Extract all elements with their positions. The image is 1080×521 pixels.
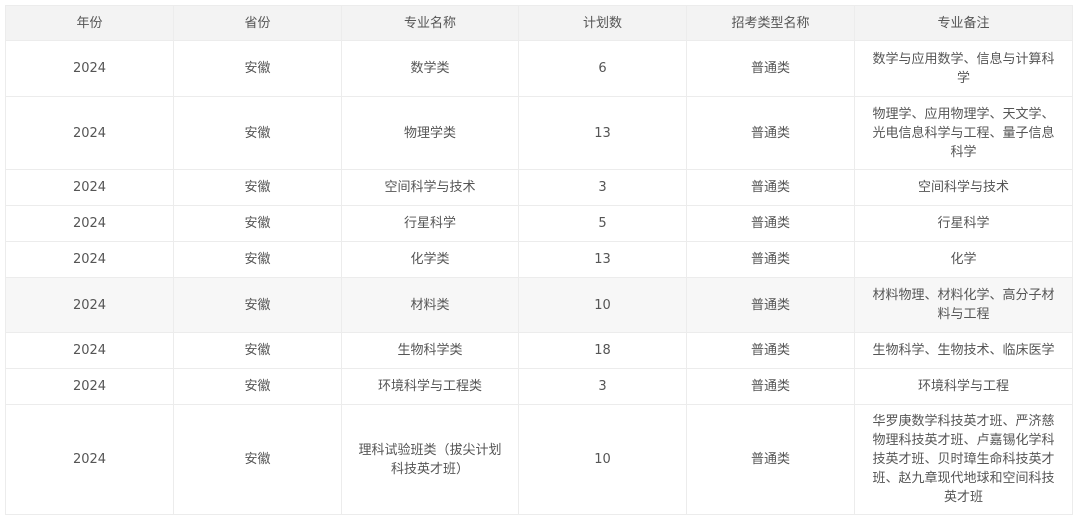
cell-type: 普通类 bbox=[686, 277, 855, 333]
cell-type: 普通类 bbox=[686, 241, 855, 278]
cell-note: 华罗庚数学科技英才班、严济慈物理科技英才班、卢嘉锡化学科技英才班、贝时璋生命科技… bbox=[854, 404, 1073, 515]
cell-province: 安徽 bbox=[173, 368, 342, 405]
table-row: 2024 安徽 物理学类 13 普通类 物理学、应用物理学、天文学、光电信息科学… bbox=[5, 96, 1073, 170]
cell-major: 生物科学类 bbox=[341, 332, 519, 369]
cell-year: 2024 bbox=[5, 368, 174, 405]
cell-year: 2024 bbox=[5, 169, 174, 206]
table-row: 2024 安徽 数学类 6 普通类 数学与应用数学、信息与计算科学 bbox=[5, 40, 1073, 97]
cell-plan: 18 bbox=[518, 332, 687, 369]
cell-province: 安徽 bbox=[173, 404, 342, 515]
cell-type: 普通类 bbox=[686, 332, 855, 369]
header-admission-type: 招考类型名称 bbox=[686, 5, 855, 41]
header-year: 年份 bbox=[5, 5, 174, 41]
cell-province: 安徽 bbox=[173, 277, 342, 333]
cell-major: 空间科学与技术 bbox=[341, 169, 519, 206]
cell-note: 材料物理、材料化学、高分子材料与工程 bbox=[854, 277, 1073, 333]
header-major-note: 专业备注 bbox=[854, 5, 1073, 41]
cell-year: 2024 bbox=[5, 404, 174, 515]
cell-plan: 3 bbox=[518, 368, 687, 405]
table-row: 2024 安徽 行星科学 5 普通类 行星科学 bbox=[5, 205, 1073, 242]
cell-year: 2024 bbox=[5, 205, 174, 242]
cell-plan: 13 bbox=[518, 241, 687, 278]
cell-year: 2024 bbox=[5, 241, 174, 278]
cell-major: 环境科学与工程类 bbox=[341, 368, 519, 405]
cell-type: 普通类 bbox=[686, 96, 855, 170]
table-row: 2024 安徽 理科试验班类（拔尖计划科技英才班） 10 普通类 华罗庚数学科技… bbox=[5, 404, 1073, 515]
header-plan-count: 计划数 bbox=[518, 5, 687, 41]
cell-province: 安徽 bbox=[173, 40, 342, 97]
cell-major: 行星科学 bbox=[341, 205, 519, 242]
cell-province: 安徽 bbox=[173, 169, 342, 206]
cell-plan: 5 bbox=[518, 205, 687, 242]
admission-plan-table: 年份 省份 专业名称 计划数 招考类型名称 专业备注 2024 安徽 数学类 6… bbox=[5, 5, 1073, 515]
cell-plan: 10 bbox=[518, 277, 687, 333]
cell-note: 物理学、应用物理学、天文学、光电信息科学与工程、量子信息科学 bbox=[854, 96, 1073, 170]
cell-plan: 3 bbox=[518, 169, 687, 206]
cell-major: 理科试验班类（拔尖计划科技英才班） bbox=[341, 404, 519, 515]
cell-year: 2024 bbox=[5, 277, 174, 333]
cell-type: 普通类 bbox=[686, 404, 855, 515]
cell-major: 数学类 bbox=[341, 40, 519, 97]
cell-province: 安徽 bbox=[173, 96, 342, 170]
cell-major: 物理学类 bbox=[341, 96, 519, 170]
table-row: 2024 安徽 空间科学与技术 3 普通类 空间科学与技术 bbox=[5, 169, 1073, 206]
cell-year: 2024 bbox=[5, 40, 174, 97]
cell-major: 材料类 bbox=[341, 277, 519, 333]
cell-province: 安徽 bbox=[173, 332, 342, 369]
cell-note: 空间科学与技术 bbox=[854, 169, 1073, 206]
table-row: 2024 安徽 材料类 10 普通类 材料物理、材料化学、高分子材料与工程 bbox=[5, 277, 1073, 333]
cell-year: 2024 bbox=[5, 332, 174, 369]
cell-province: 安徽 bbox=[173, 205, 342, 242]
cell-plan: 13 bbox=[518, 96, 687, 170]
cell-note: 环境科学与工程 bbox=[854, 368, 1073, 405]
cell-note: 行星科学 bbox=[854, 205, 1073, 242]
cell-note: 数学与应用数学、信息与计算科学 bbox=[854, 40, 1073, 97]
table-row: 2024 安徽 环境科学与工程类 3 普通类 环境科学与工程 bbox=[5, 368, 1073, 405]
cell-province: 安徽 bbox=[173, 241, 342, 278]
cell-plan: 10 bbox=[518, 404, 687, 515]
cell-year: 2024 bbox=[5, 96, 174, 170]
admission-plan-table-container: 年份 省份 专业名称 计划数 招考类型名称 专业备注 2024 安徽 数学类 6… bbox=[5, 5, 1073, 515]
table-header-row: 年份 省份 专业名称 计划数 招考类型名称 专业备注 bbox=[5, 5, 1073, 41]
cell-plan: 6 bbox=[518, 40, 687, 97]
header-province: 省份 bbox=[173, 5, 342, 41]
table-row: 2024 安徽 化学类 13 普通类 化学 bbox=[5, 241, 1073, 278]
header-major-name: 专业名称 bbox=[341, 5, 519, 41]
cell-type: 普通类 bbox=[686, 205, 855, 242]
cell-note: 生物科学、生物技术、临床医学 bbox=[854, 332, 1073, 369]
cell-major: 化学类 bbox=[341, 241, 519, 278]
cell-note: 化学 bbox=[854, 241, 1073, 278]
cell-type: 普通类 bbox=[686, 368, 855, 405]
table-row: 2024 安徽 生物科学类 18 普通类 生物科学、生物技术、临床医学 bbox=[5, 332, 1073, 369]
cell-type: 普通类 bbox=[686, 40, 855, 97]
cell-type: 普通类 bbox=[686, 169, 855, 206]
